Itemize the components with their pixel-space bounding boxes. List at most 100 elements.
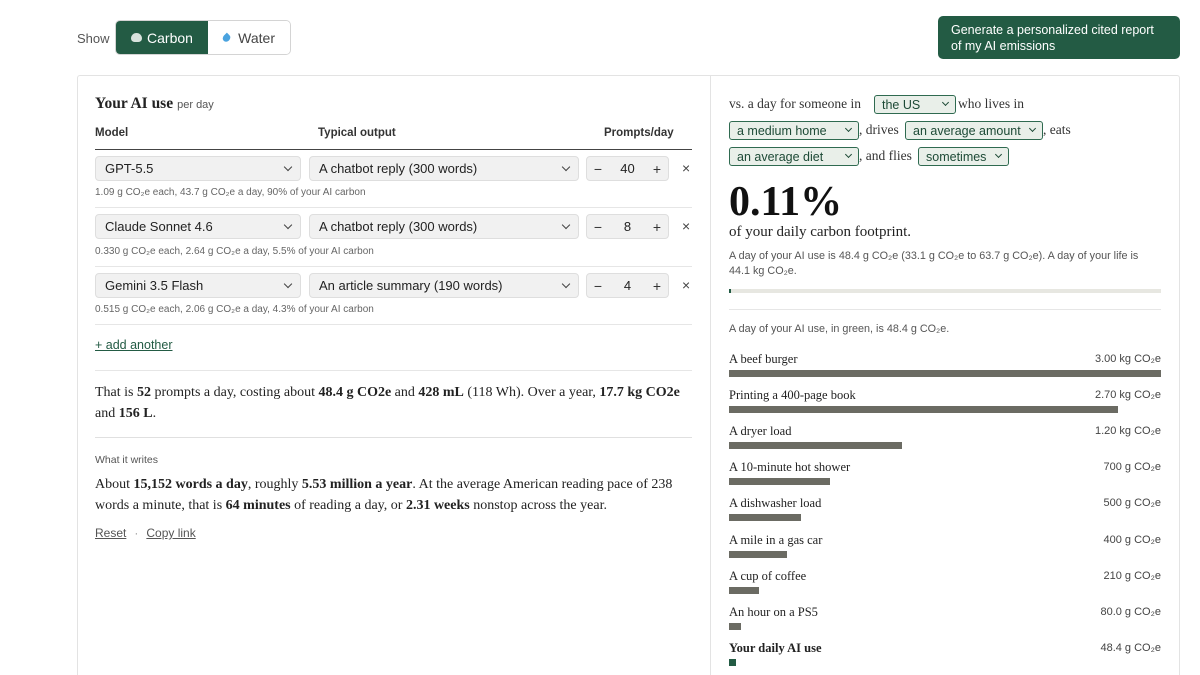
decrement-button[interactable]: − (587, 161, 609, 177)
footprint-percent: 0.11% (729, 179, 843, 225)
list-divider (729, 309, 1161, 310)
copy-link[interactable]: Copy link (146, 526, 195, 540)
summary-text: and (95, 405, 119, 421)
prompts-value[interactable]: 40 (609, 161, 646, 176)
comparison-label: Your daily AI use (729, 640, 822, 655)
summary-text: . (152, 405, 157, 421)
prompts-stepper: − 4 + (586, 273, 669, 298)
add-model-link[interactable]: + add another (95, 338, 173, 352)
output-select-value: A chatbot reply (300 words) (319, 219, 478, 234)
summary-prompts: 52 (137, 385, 151, 400)
comparison-value: 700 g CO₂e (1103, 461, 1161, 474)
footprint-progress (729, 289, 1161, 293)
writes-weeks: 2.31 weeks (405, 498, 470, 513)
chevron-down-icon (561, 162, 571, 172)
output-select[interactable]: A chatbot reply (300 words) (309, 214, 579, 239)
comparison-bar (729, 406, 1118, 414)
model-select[interactable]: Claude Sonnet 4.6 (95, 214, 301, 239)
column-prompts: Prompts/day (604, 127, 674, 139)
comparison-label: Printing a 400-page book (729, 388, 856, 403)
chevron-down-icon (844, 124, 853, 133)
link-separator: · (134, 526, 139, 540)
model-select[interactable]: GPT-5.5 (95, 156, 301, 181)
comparison-label: A 10-minute hot shower (729, 460, 851, 475)
increment-button[interactable]: + (646, 278, 668, 294)
output-select-value: A chatbot reply (300 words) (319, 161, 478, 176)
writes-summary: About 15,152 words a day, roughly 5.53 m… (95, 474, 695, 516)
water-tab-label: Water (238, 29, 275, 46)
chevron-down-icon (1028, 124, 1037, 133)
prompts-value[interactable]: 8 (609, 219, 646, 234)
model-select[interactable]: Gemini 3.5 Flash (95, 273, 301, 298)
increment-button[interactable]: + (646, 219, 668, 235)
comparison-bar (729, 442, 902, 450)
summary-text: (118 Wh). Over a year, (463, 385, 600, 400)
panel-divider (710, 76, 711, 675)
comparison-label: A cup of coffee (729, 568, 807, 583)
summary-water: 428 mL (418, 385, 464, 400)
output-select[interactable]: An article summary (190 words) (309, 273, 579, 298)
comparison-bar (729, 370, 1161, 377)
increment-button[interactable]: + (646, 161, 668, 177)
chevron-down-icon (561, 220, 571, 230)
drive-value: an average amount (913, 123, 1021, 138)
row-divider (95, 207, 692, 208)
drive-select[interactable]: an average amount (905, 121, 1043, 140)
reset-link[interactable]: Reset (95, 526, 126, 540)
chevron-down-icon (283, 220, 293, 230)
output-select[interactable]: A chatbot reply (300 words) (309, 156, 579, 181)
home-select[interactable]: a medium home (729, 121, 859, 140)
row-divider (95, 266, 692, 267)
prompts-value[interactable]: 4 (609, 278, 646, 293)
remove-row-button[interactable]: × (682, 218, 690, 234)
per-day-label: per day (177, 99, 214, 111)
footprint-note: A day of your AI use is 48.4 g CO₂e (33.… (729, 250, 1139, 277)
model-select-value: GPT-5.5 (105, 161, 154, 176)
chevron-down-icon (994, 150, 1003, 159)
flights-select[interactable]: sometimes (918, 147, 1009, 166)
comparison-bar (729, 622, 741, 630)
home-value: a medium home (737, 123, 827, 138)
remove-row-button[interactable]: × (682, 160, 690, 176)
generate-report-button[interactable]: Generate a personalized cited report of … (938, 16, 1180, 59)
chevron-down-icon (844, 150, 853, 159)
row-note: 0.515 g CO₂e each, 2.06 g CO₂e a day, 4.… (95, 304, 374, 315)
writes-words-year: 5.53 million a year (301, 477, 413, 492)
remove-row-button[interactable]: × (682, 277, 690, 293)
comparison-label: An hour on a PS5 (729, 604, 818, 619)
decrement-button[interactable]: − (587, 278, 609, 294)
decrement-button[interactable]: − (587, 219, 609, 235)
summary-text: and (391, 385, 419, 400)
writes-text: About (95, 477, 134, 492)
header-divider (95, 149, 692, 150)
footprint-progress-fill (729, 289, 731, 293)
comparison-intro: A day of your AI use, in green, is 48.4 … (729, 323, 950, 335)
summary-year-water: 156 L (118, 405, 153, 421)
water-tab[interactable]: Water (208, 21, 290, 54)
cloud-icon (131, 33, 143, 42)
chevron-down-icon (283, 279, 293, 289)
diet-select[interactable]: an average diet (729, 147, 859, 166)
column-output: Typical output (318, 127, 396, 139)
output-select-value: An article summary (190 words) (319, 278, 503, 293)
comparison-value: 500 g CO₂e (1103, 497, 1161, 510)
comparison-label: A beef burger (729, 352, 798, 366)
carbon-tab[interactable]: Carbon (116, 21, 208, 54)
prompts-stepper: − 8 + (586, 214, 669, 239)
compare-line-1a: vs. a day for someone in (729, 96, 861, 111)
carbon-tab-label: Carbon (147, 29, 193, 46)
writes-label: What it writes (95, 454, 159, 466)
country-select[interactable]: the US (874, 95, 956, 114)
compare-line-2b: , eats (1043, 122, 1071, 137)
row-divider (95, 324, 692, 325)
section-divider (95, 370, 692, 371)
compare-line-1b: who lives in (958, 96, 1024, 111)
usage-summary: That is 52 prompts a day, costing about … (95, 383, 695, 424)
comparison-label: A mile in a gas car (729, 532, 823, 547)
summary-text: prompts a day, costing about (151, 385, 319, 400)
chevron-down-icon (561, 279, 571, 289)
metric-toggle: Carbon Water (115, 20, 291, 55)
row-note: 0.330 g CO₂e each, 2.64 g CO₂e a day, 5.… (95, 246, 374, 257)
comparison-value: 2.70 kg CO₂e (1094, 389, 1161, 402)
comparison-value: 210 g CO₂e (1103, 569, 1161, 582)
